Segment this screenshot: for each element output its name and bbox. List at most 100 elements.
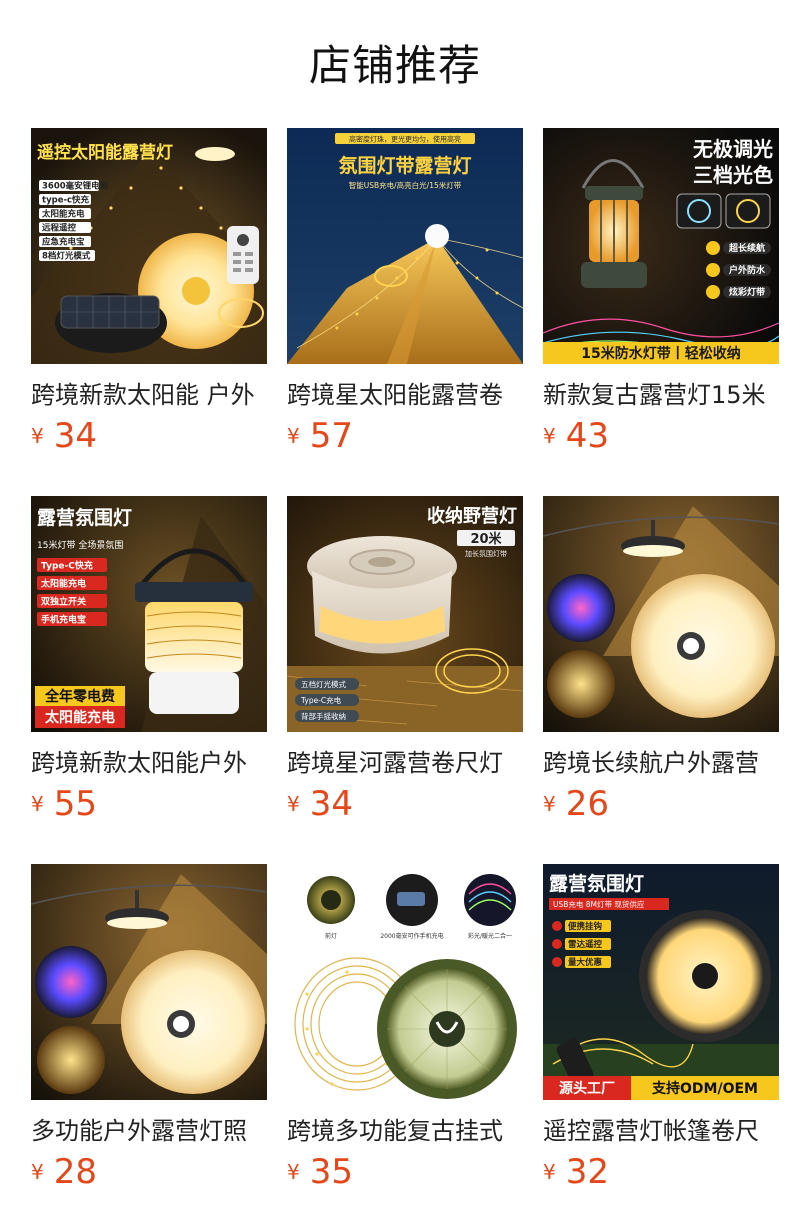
image-headline: 露营氛围灯 [37,506,132,529]
image-banner: 15米防水灯带丨轻松收纳 [581,345,740,362]
product-image[interactable] [31,864,267,1100]
product-image[interactable]: 无极调光 三档光色 超长续航 户外防水 炫彩灯带 15米防水灯带丨轻松收纳 [543,128,779,364]
multifunction-lamp-image [31,864,267,1100]
product-title[interactable]: 遥控露营灯帐篷卷尺 [543,1114,779,1148]
product-image[interactable]: 前灯 2000毫安可作手机充电 彩光/暖光二合一 [287,864,523,1100]
currency-symbol: ¥ [543,424,556,448]
feature-label: 户外防水 [729,264,766,276]
image-badge: 手机充电宝 [41,614,86,626]
image-headline: 遥控太阳能露营灯 [37,142,173,163]
product-title[interactable]: 跨境长续航户外露营 [543,746,779,780]
image-banner: 源头工厂 [559,1080,615,1097]
product-price: ¥35 [287,1152,523,1192]
price-value: 28 [53,1152,97,1192]
currency-symbol: ¥ [287,792,300,816]
image-badge: 双独立开关 [41,596,86,608]
product-card[interactable]: 跨境长续航户外露营 ¥26 [543,496,779,824]
image-badge: 五档灯光模式 [301,679,346,689]
image-subline: USB充电 8M灯带 现货供应 [553,899,645,909]
image-subline: 15米灯带 全场景氛围 [37,539,123,551]
image-headline: 无极调光 [693,137,773,161]
image-badge: 背部手摇收纳 [301,711,346,721]
price-value: 43 [565,416,609,456]
image-badge: 太阳能充电 [40,578,86,590]
image-length: 20米 [470,531,502,547]
product-image[interactable]: 遥控太阳能露营灯 3600毫安锂电池 type-c快充 太阳能充电 远程遥控 应… [31,128,267,364]
product-title[interactable]: 新款复古露营灯15米 [543,378,779,412]
currency-symbol: ¥ [287,1160,300,1184]
image-badge: 3600毫安锂电池 [42,181,109,192]
product-image[interactable]: 露营氛围灯 15米灯带 全场景氛围 Type-C快充 太阳能充电 双独立开关 手… [31,496,267,732]
price-value: 57 [309,416,353,456]
product-card[interactable]: 遥控太阳能露营灯 3600毫安锂电池 type-c快充 太阳能充电 远程遥控 应… [31,128,267,456]
retractable-camping-lamp-image: 收纳野营灯 20米 加长氛围灯带 五档灯光模式 Type-C充电 背部手摇收纳 [287,496,523,732]
product-card[interactable]: 露营氛围灯 15米灯带 全场景氛围 Type-C快充 太阳能充电 双独立开关 手… [31,496,267,824]
product-image[interactable]: 收纳野营灯 20米 加长氛围灯带 五档灯光模式 Type-C充电 背部手摇收纳 [287,496,523,732]
image-caption: 2000毫安可作手机充电 [380,932,443,940]
image-badge: 8档灯光模式 [42,251,91,262]
image-headline: 收纳野营灯 [427,505,517,527]
feature-label: 超长续航 [728,242,765,254]
currency-symbol: ¥ [31,792,44,816]
image-badge: 远程遥控 [42,223,77,234]
product-card[interactable]: 无极调光 三档光色 超长续航 户外防水 炫彩灯带 15米防水灯带丨轻松收纳 新款… [543,128,779,456]
currency-symbol: ¥ [31,424,44,448]
image-badge: 雷达遥控 [568,939,603,950]
image-badge: Type-C快充 [41,560,93,572]
product-title[interactable]: 多功能户外露营灯照 [31,1114,267,1148]
price-value: 34 [53,416,97,456]
image-banner: 全年零电费 [44,688,115,705]
remote-tent-lamp-image: 露营氛围灯 USB充电 8M灯带 现货供应 便携挂钩 雷达遥控 量大优惠 源头工… [543,864,779,1100]
product-title[interactable]: 跨境多功能复古挂式 [287,1114,523,1148]
product-image[interactable] [543,496,779,732]
product-title[interactable]: 跨境新款太阳能户外 [31,746,267,780]
image-badge: 应急充电宝 [42,237,85,248]
product-title[interactable]: 跨境星太阳能露营卷 [287,378,523,412]
price-value: 32 [565,1152,609,1192]
green-lamp-string-image: 前灯 2000毫安可作手机充电 彩光/暖光二合一 [287,864,523,1100]
image-headline: 三档光色 [693,163,773,187]
image-badge: 量大优惠 [568,957,603,968]
product-card[interactable]: 前灯 2000毫安可作手机充电 彩光/暖光二合一 跨境多功能复古挂式 ¥ 35 [287,864,523,1192]
product-image[interactable]: 高密度灯珠，更光更均匀，使用高亮 氛围灯带露营灯 智能USB充电/高亮白光/15… [287,128,523,364]
image-banner: 太阳能充电 [45,709,115,726]
product-card[interactable]: 多功能户外露营灯照 ¥28 [31,864,267,1192]
product-price: ¥43 [543,416,779,456]
image-badge: type-c快充 [42,195,90,206]
price-value: 26 [565,784,609,824]
price-value: 35 [309,1152,353,1192]
currency-symbol: ¥ [31,1160,44,1184]
product-card[interactable]: 高密度灯珠，更光更均匀，使用高亮 氛围灯带露营灯 智能USB充电/高亮白光/15… [287,128,523,456]
currency-symbol: ¥ [287,424,300,448]
image-caption: 前灯 [325,932,337,940]
product-title[interactable]: 跨境星河露营卷尺灯 [287,746,523,780]
product-price: ¥57 [287,416,523,456]
image-banner: 支持ODM/OEM [651,1080,758,1097]
product-price: ¥34 [287,784,523,824]
product-card[interactable]: 收纳野营灯 20米 加长氛围灯带 五档灯光模式 Type-C充电 背部手摇收纳 … [287,496,523,824]
product-price: ¥32 [543,1152,779,1192]
section-title: 店铺推荐 [308,41,481,90]
solar-jar-lantern-image: 露营氛围灯 15米灯带 全场景氛围 Type-C快充 太阳能充电 双独立开关 手… [31,496,267,732]
currency-symbol: ¥ [543,1160,556,1184]
image-caption: 彩光/暖光二合一 [468,932,512,940]
image-tagline: 高密度灯珠，更光更均匀，使用高亮 [349,135,461,144]
product-title[interactable]: 跨境新款太阳能 户外 [31,378,267,412]
product-image[interactable]: 露营氛围灯 USB充电 8M灯带 现货供应 便携挂钩 雷达遥控 量大优惠 源头工… [543,864,779,1100]
image-badge: 便携挂钩 [568,921,603,932]
price-value: 34 [309,784,353,824]
feature-label: 炫彩灯带 [729,286,765,298]
image-headline: 露营氛围灯 [549,872,644,895]
round-lamp-tent-image [543,496,779,732]
product-price: ¥55 [31,784,267,824]
product-price: ¥28 [31,1152,267,1192]
solar-camping-lamp-image: 遥控太阳能露营灯 3600毫安锂电池 type-c快充 太阳能充电 远程遥控 应… [31,128,267,364]
currency-symbol: ¥ [543,792,556,816]
product-price: ¥26 [543,784,779,824]
image-badge: Type-C充电 [300,695,342,705]
product-price: ¥34 [31,416,267,456]
image-badge: 太阳能充电 [41,209,85,220]
product-card[interactable]: 露营氛围灯 USB充电 8M灯带 现货供应 便携挂钩 雷达遥控 量大优惠 源头工… [543,864,779,1192]
retro-lantern-image: 无极调光 三档光色 超长续航 户外防水 炫彩灯带 15米防水灯带丨轻松收纳 [543,128,779,364]
image-length-note: 加长氛围灯带 [465,549,507,558]
